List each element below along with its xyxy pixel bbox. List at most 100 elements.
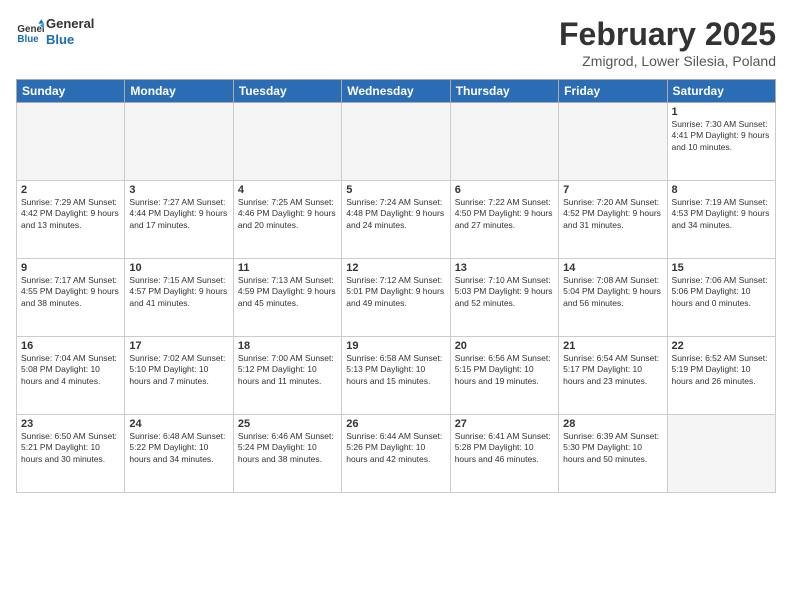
location-title: Zmigrod, Lower Silesia, Poland bbox=[559, 53, 776, 69]
days-of-week-row: SundayMondayTuesdayWednesdayThursdayFrid… bbox=[17, 80, 776, 103]
day-info: Sunrise: 7:04 AM Sunset: 5:08 PM Dayligh… bbox=[21, 353, 120, 387]
day-info: Sunrise: 7:27 AM Sunset: 4:44 PM Dayligh… bbox=[129, 197, 228, 231]
day-info: Sunrise: 7:25 AM Sunset: 4:46 PM Dayligh… bbox=[238, 197, 337, 231]
day-number: 3 bbox=[129, 184, 228, 196]
dow-header: Thursday bbox=[450, 80, 558, 103]
day-number: 14 bbox=[563, 262, 662, 274]
day-info: Sunrise: 6:52 AM Sunset: 5:19 PM Dayligh… bbox=[672, 353, 771, 387]
calendar-cell bbox=[233, 103, 341, 181]
day-info: Sunrise: 7:22 AM Sunset: 4:50 PM Dayligh… bbox=[455, 197, 554, 231]
day-info: Sunrise: 7:13 AM Sunset: 4:59 PM Dayligh… bbox=[238, 275, 337, 309]
calendar-cell: 11Sunrise: 7:13 AM Sunset: 4:59 PM Dayli… bbox=[233, 259, 341, 337]
dow-header: Saturday bbox=[667, 80, 775, 103]
day-number: 10 bbox=[129, 262, 228, 274]
day-number: 8 bbox=[672, 184, 771, 196]
dow-header: Sunday bbox=[17, 80, 125, 103]
calendar-week-row: 1Sunrise: 7:30 AM Sunset: 4:41 PM Daylig… bbox=[17, 103, 776, 181]
calendar-cell: 26Sunrise: 6:44 AM Sunset: 5:26 PM Dayli… bbox=[342, 415, 450, 493]
calendar-cell: 9Sunrise: 7:17 AM Sunset: 4:55 PM Daylig… bbox=[17, 259, 125, 337]
calendar-cell: 21Sunrise: 6:54 AM Sunset: 5:17 PM Dayli… bbox=[559, 337, 667, 415]
day-number: 12 bbox=[346, 262, 445, 274]
day-number: 26 bbox=[346, 418, 445, 430]
calendar-cell bbox=[125, 103, 233, 181]
day-number: 19 bbox=[346, 340, 445, 352]
dow-header: Monday bbox=[125, 80, 233, 103]
day-number: 28 bbox=[563, 418, 662, 430]
calendar-cell: 20Sunrise: 6:56 AM Sunset: 5:15 PM Dayli… bbox=[450, 337, 558, 415]
day-info: Sunrise: 7:24 AM Sunset: 4:48 PM Dayligh… bbox=[346, 197, 445, 231]
day-info: Sunrise: 6:58 AM Sunset: 5:13 PM Dayligh… bbox=[346, 353, 445, 387]
day-number: 7 bbox=[563, 184, 662, 196]
day-info: Sunrise: 7:06 AM Sunset: 5:06 PM Dayligh… bbox=[672, 275, 771, 309]
calendar-cell: 19Sunrise: 6:58 AM Sunset: 5:13 PM Dayli… bbox=[342, 337, 450, 415]
day-info: Sunrise: 7:08 AM Sunset: 5:04 PM Dayligh… bbox=[563, 275, 662, 309]
day-info: Sunrise: 6:46 AM Sunset: 5:24 PM Dayligh… bbox=[238, 431, 337, 465]
calendar-cell bbox=[559, 103, 667, 181]
calendar-cell: 14Sunrise: 7:08 AM Sunset: 5:04 PM Dayli… bbox=[559, 259, 667, 337]
day-info: Sunrise: 7:30 AM Sunset: 4:41 PM Dayligh… bbox=[672, 119, 771, 153]
calendar-week-row: 23Sunrise: 6:50 AM Sunset: 5:21 PM Dayli… bbox=[17, 415, 776, 493]
day-number: 13 bbox=[455, 262, 554, 274]
day-info: Sunrise: 7:02 AM Sunset: 5:10 PM Dayligh… bbox=[129, 353, 228, 387]
day-number: 23 bbox=[21, 418, 120, 430]
calendar-cell: 16Sunrise: 7:04 AM Sunset: 5:08 PM Dayli… bbox=[17, 337, 125, 415]
day-number: 2 bbox=[21, 184, 120, 196]
logo-icon: General Blue bbox=[16, 18, 44, 46]
logo: General Blue General Blue bbox=[16, 16, 94, 47]
title-section: February 2025 Zmigrod, Lower Silesia, Po… bbox=[559, 16, 776, 69]
calendar-body: 1Sunrise: 7:30 AM Sunset: 4:41 PM Daylig… bbox=[17, 103, 776, 493]
dow-header: Tuesday bbox=[233, 80, 341, 103]
calendar-cell bbox=[17, 103, 125, 181]
day-number: 4 bbox=[238, 184, 337, 196]
month-title: February 2025 bbox=[559, 16, 776, 53]
day-info: Sunrise: 7:15 AM Sunset: 4:57 PM Dayligh… bbox=[129, 275, 228, 309]
calendar-cell: 27Sunrise: 6:41 AM Sunset: 5:28 PM Dayli… bbox=[450, 415, 558, 493]
day-info: Sunrise: 7:00 AM Sunset: 5:12 PM Dayligh… bbox=[238, 353, 337, 387]
calendar-cell: 23Sunrise: 6:50 AM Sunset: 5:21 PM Dayli… bbox=[17, 415, 125, 493]
day-number: 16 bbox=[21, 340, 120, 352]
calendar-week-row: 9Sunrise: 7:17 AM Sunset: 4:55 PM Daylig… bbox=[17, 259, 776, 337]
day-number: 15 bbox=[672, 262, 771, 274]
day-number: 22 bbox=[672, 340, 771, 352]
day-number: 24 bbox=[129, 418, 228, 430]
calendar-cell: 13Sunrise: 7:10 AM Sunset: 5:03 PM Dayli… bbox=[450, 259, 558, 337]
day-info: Sunrise: 7:12 AM Sunset: 5:01 PM Dayligh… bbox=[346, 275, 445, 309]
day-number: 20 bbox=[455, 340, 554, 352]
day-info: Sunrise: 6:50 AM Sunset: 5:21 PM Dayligh… bbox=[21, 431, 120, 465]
day-info: Sunrise: 6:56 AM Sunset: 5:15 PM Dayligh… bbox=[455, 353, 554, 387]
calendar-cell: 12Sunrise: 7:12 AM Sunset: 5:01 PM Dayli… bbox=[342, 259, 450, 337]
calendar-week-row: 2Sunrise: 7:29 AM Sunset: 4:42 PM Daylig… bbox=[17, 181, 776, 259]
day-number: 25 bbox=[238, 418, 337, 430]
calendar-cell: 24Sunrise: 6:48 AM Sunset: 5:22 PM Dayli… bbox=[125, 415, 233, 493]
calendar-cell: 15Sunrise: 7:06 AM Sunset: 5:06 PM Dayli… bbox=[667, 259, 775, 337]
calendar-cell: 5Sunrise: 7:24 AM Sunset: 4:48 PM Daylig… bbox=[342, 181, 450, 259]
calendar-cell: 25Sunrise: 6:46 AM Sunset: 5:24 PM Dayli… bbox=[233, 415, 341, 493]
svg-text:Blue: Blue bbox=[17, 33, 39, 44]
day-info: Sunrise: 7:20 AM Sunset: 4:52 PM Dayligh… bbox=[563, 197, 662, 231]
day-info: Sunrise: 7:10 AM Sunset: 5:03 PM Dayligh… bbox=[455, 275, 554, 309]
calendar-cell: 18Sunrise: 7:00 AM Sunset: 5:12 PM Dayli… bbox=[233, 337, 341, 415]
day-number: 21 bbox=[563, 340, 662, 352]
calendar-cell: 6Sunrise: 7:22 AM Sunset: 4:50 PM Daylig… bbox=[450, 181, 558, 259]
header: General Blue General Blue February 2025 … bbox=[16, 16, 776, 69]
day-info: Sunrise: 6:44 AM Sunset: 5:26 PM Dayligh… bbox=[346, 431, 445, 465]
calendar-cell: 8Sunrise: 7:19 AM Sunset: 4:53 PM Daylig… bbox=[667, 181, 775, 259]
day-number: 17 bbox=[129, 340, 228, 352]
calendar-cell bbox=[667, 415, 775, 493]
day-number: 9 bbox=[21, 262, 120, 274]
calendar: SundayMondayTuesdayWednesdayThursdayFrid… bbox=[16, 79, 776, 493]
day-number: 5 bbox=[346, 184, 445, 196]
day-number: 1 bbox=[672, 106, 771, 118]
calendar-cell: 28Sunrise: 6:39 AM Sunset: 5:30 PM Dayli… bbox=[559, 415, 667, 493]
day-info: Sunrise: 6:39 AM Sunset: 5:30 PM Dayligh… bbox=[563, 431, 662, 465]
calendar-cell: 17Sunrise: 7:02 AM Sunset: 5:10 PM Dayli… bbox=[125, 337, 233, 415]
calendar-cell bbox=[450, 103, 558, 181]
dow-header: Wednesday bbox=[342, 80, 450, 103]
calendar-week-row: 16Sunrise: 7:04 AM Sunset: 5:08 PM Dayli… bbox=[17, 337, 776, 415]
day-number: 11 bbox=[238, 262, 337, 274]
day-number: 6 bbox=[455, 184, 554, 196]
calendar-cell: 10Sunrise: 7:15 AM Sunset: 4:57 PM Dayli… bbox=[125, 259, 233, 337]
day-info: Sunrise: 6:41 AM Sunset: 5:28 PM Dayligh… bbox=[455, 431, 554, 465]
calendar-cell: 3Sunrise: 7:27 AM Sunset: 4:44 PM Daylig… bbox=[125, 181, 233, 259]
day-info: Sunrise: 7:29 AM Sunset: 4:42 PM Dayligh… bbox=[21, 197, 120, 231]
